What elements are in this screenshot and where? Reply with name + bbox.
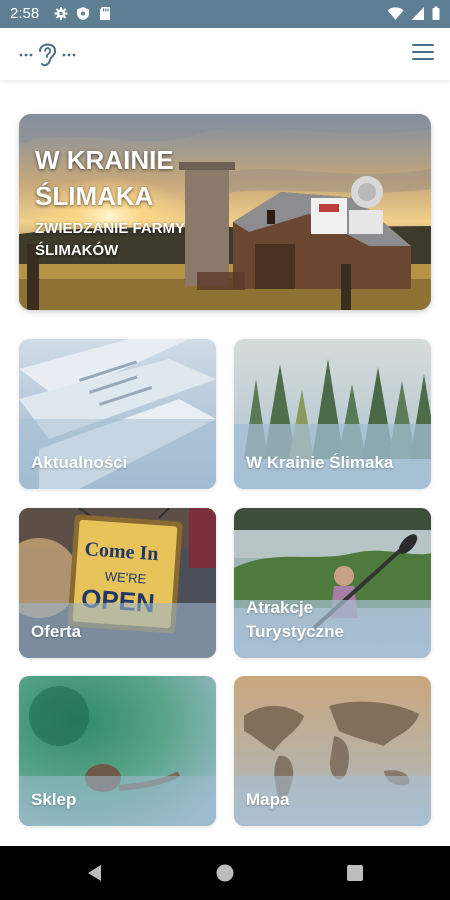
tile-sklep[interactable]: Sklep — [19, 676, 216, 826]
back-icon[interactable] — [86, 864, 104, 882]
hero-title: W KRAINIE ŚLIMAKA — [35, 145, 174, 211]
status-left-icons — [54, 6, 112, 21]
tile-oferta[interactable]: Come In WE'RE OPEN Oferta — [19, 508, 216, 658]
recents-icon[interactable] — [346, 864, 364, 882]
system-nav-bar — [0, 846, 450, 900]
hero-banner[interactable]: W KRAINIE ŚLIMAKA ZWIEDZANIE FARMY ŚLIMA… — [19, 114, 431, 310]
tile-label: Mapa — [246, 790, 290, 809]
menu-line — [412, 44, 434, 46]
tile-atrakcje-turystyczne[interactable]: Atrakcje Turystyczne — [234, 508, 431, 658]
tile-label: Atrakcje Turystyczne — [246, 598, 344, 641]
status-time: 2:58 — [10, 5, 40, 22]
status-bar: 2:58 — [0, 0, 450, 28]
app-bar — [0, 28, 450, 80]
sd-card-icon — [100, 7, 110, 20]
home-icon[interactable] — [216, 864, 234, 882]
tile-label: Aktualności — [31, 453, 128, 472]
gear-icon — [54, 7, 68, 20]
shield-icon — [77, 7, 89, 21]
tile-mapa[interactable]: Mapa — [234, 676, 431, 826]
signal-icon — [411, 7, 424, 20]
svg-text:WE'RE: WE'RE — [104, 569, 147, 587]
hero-subtitle: ZWIEDZANIE FARMY ŚLIMAKÓW — [35, 220, 185, 259]
tile-label: Sklep — [31, 790, 77, 809]
tile-label: Oferta — [31, 622, 82, 641]
status-right-icons — [387, 6, 440, 21]
hamburger-menu-icon[interactable] — [412, 44, 434, 62]
wifi-icon — [387, 7, 404, 20]
tile-label: W Krainie Ślimaka — [246, 453, 394, 472]
ear-logo-icon[interactable] — [18, 38, 78, 70]
tile-aktualnosci[interactable]: Aktualności — [19, 339, 216, 489]
battery-icon — [432, 6, 440, 20]
tile-w-krainie-slimaka[interactable]: W Krainie Ślimaka — [234, 339, 431, 489]
menu-line — [412, 58, 434, 60]
menu-line — [412, 51, 434, 53]
